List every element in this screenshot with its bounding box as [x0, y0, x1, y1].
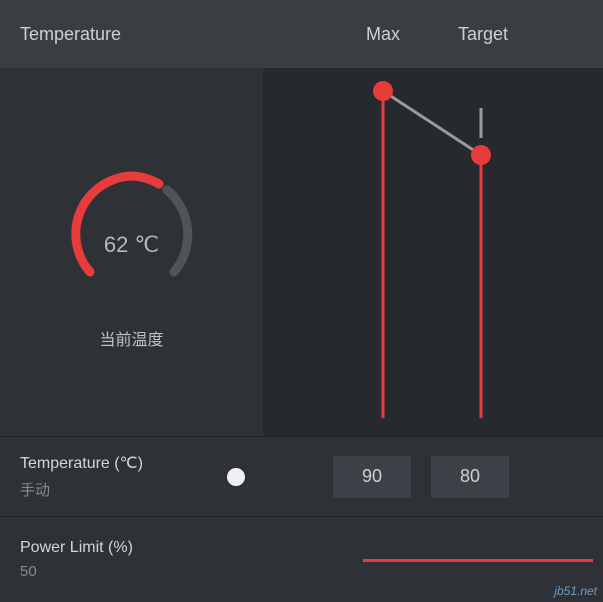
max-value-box[interactable]: 90 — [333, 456, 411, 498]
body-row: 62 ℃ 当前温度 — [0, 68, 603, 436]
power-value: 50 — [20, 563, 263, 580]
power-left: Power Limit (%) 50 — [0, 539, 263, 580]
footer: Temperature (℃) 手动 90 80 Power Limit (%)… — [0, 436, 603, 602]
header-title: Temperature — [0, 0, 263, 68]
power-slider[interactable] — [363, 559, 593, 562]
slider-chart — [263, 68, 603, 436]
temperature-left: Temperature (℃) 手动 — [0, 453, 263, 500]
header: Temperature Max Target — [0, 0, 603, 68]
temperature-values: 90 80 — [263, 456, 603, 498]
max-slider-handle[interactable] — [373, 81, 393, 101]
temperature-title: Temperature (℃) — [20, 453, 143, 473]
watermark: jb51.net — [554, 584, 597, 598]
gauge-panel: 62 ℃ 当前温度 — [0, 68, 263, 436]
power-row: Power Limit (%) 50 jb51.net — [0, 516, 603, 602]
gauge-value: 62 ℃ — [52, 232, 212, 258]
temperature-mode-toggle[interactable] — [227, 468, 245, 486]
gauge-label: 当前温度 — [99, 326, 163, 350]
target-value-box[interactable]: 80 — [431, 456, 509, 498]
temperature-row: Temperature (℃) 手动 90 80 — [0, 436, 603, 516]
power-right: jb51.net — [263, 517, 603, 602]
temperature-gauge: 62 ℃ — [52, 154, 212, 314]
header-columns: Max Target — [263, 0, 603, 68]
header-target-label: Target — [433, 24, 533, 45]
header-max-label: Max — [333, 24, 433, 45]
power-title: Power Limit (%) — [20, 539, 263, 557]
temperature-mode: 手动 — [20, 479, 143, 500]
sliders-panel — [263, 68, 603, 436]
connector-line — [383, 91, 481, 155]
target-slider-handle[interactable] — [471, 145, 491, 165]
